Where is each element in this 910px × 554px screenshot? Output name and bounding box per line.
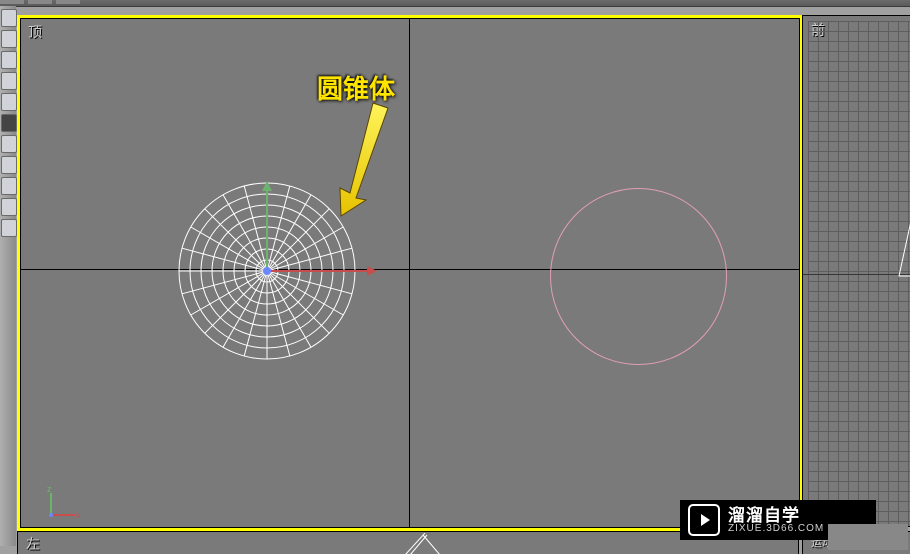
viewport-nav-controls[interactable] [828,524,908,550]
viewport-label-left: 左 [26,534,40,554]
viewport-label-top: 顶 [28,22,42,42]
gizmo-y-arrow-icon[interactable] [262,181,272,191]
annotation-cone-label: 圆锥体 [317,69,395,106]
left-toolbar[interactable] [0,6,16,546]
viewport-layout: 顶 [17,6,910,554]
tool-icon[interactable] [1,135,17,153]
annotation-arrow-icon [318,98,398,218]
front-cone-silhouette [897,221,910,281]
tool-icon[interactable] [1,72,17,90]
axis-z-label: z [47,485,52,494]
tool-icon[interactable] [1,177,17,195]
toolbar-btn[interactable] [28,0,52,4]
axis-indicator-icon: z x [45,485,80,520]
grid-axis-vertical [409,18,410,528]
viewport-front[interactable]: 前 [802,15,910,527]
gizmo-center[interactable] [263,267,271,275]
gizmo-y-axis[interactable] [266,191,268,271]
tool-icon[interactable] [1,93,17,111]
watermark-brand: 溜溜自学 [728,507,824,524]
tool-icon[interactable] [1,51,17,69]
gizmo-x-arrow-icon[interactable] [367,266,377,276]
axis-x-label: x [76,510,80,520]
left-cone-silhouette [400,533,450,554]
tool-icon[interactable] [1,114,17,132]
tool-icon[interactable] [1,156,17,174]
front-axis-horizontal [803,274,910,275]
tool-icon[interactable] [1,30,17,48]
toolbar-btn[interactable] [56,0,80,4]
toolbar-btn[interactable] [0,0,24,4]
tool-icon[interactable] [1,9,17,27]
viewport-top[interactable]: 顶 [17,15,803,531]
watermark-url: ZIXUE.3D66.COM [728,524,824,534]
spline-circle[interactable] [550,188,727,365]
tool-icon[interactable] [1,198,17,216]
gizmo-x-axis[interactable] [267,270,367,272]
play-icon [688,504,720,536]
tool-icon[interactable] [1,219,17,237]
